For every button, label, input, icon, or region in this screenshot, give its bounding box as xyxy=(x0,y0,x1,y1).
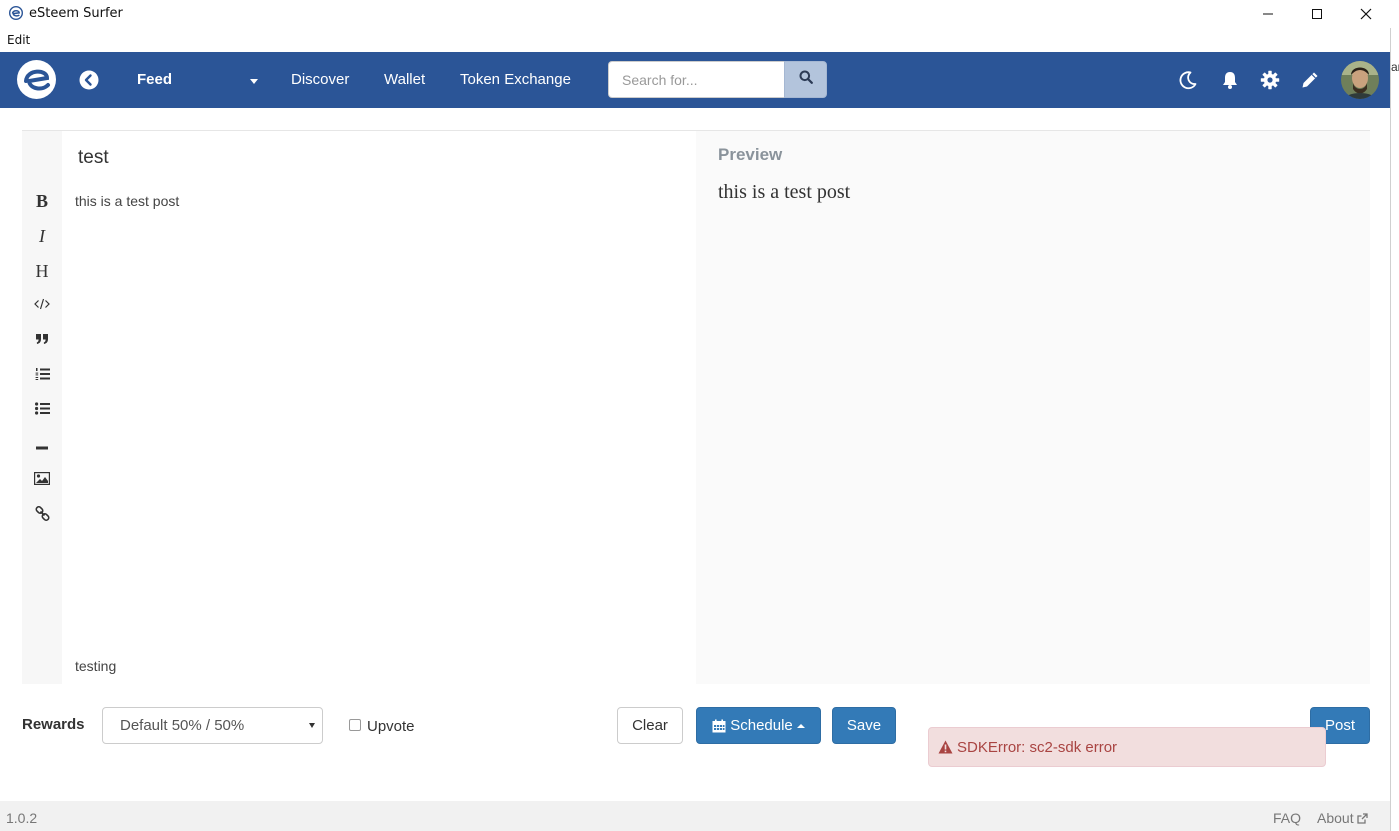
upvote-checkbox[interactable] xyxy=(349,719,361,731)
upvote-label[interactable]: Upvote xyxy=(367,718,415,735)
ordered-list-button[interactable] xyxy=(30,364,54,388)
minimize-button[interactable] xyxy=(1243,0,1293,28)
code-button[interactable] xyxy=(30,294,54,318)
search-input[interactable] xyxy=(608,61,785,98)
esteem-app-icon xyxy=(8,5,24,21)
nav-discover[interactable]: Discover xyxy=(291,71,349,88)
quote-icon xyxy=(35,332,49,350)
window-title: eSteem Surfer xyxy=(29,6,123,21)
bold-button[interactable]: B xyxy=(30,189,54,213)
clear-button-label: Clear xyxy=(632,717,668,734)
menu-bar: Edit xyxy=(0,28,1399,52)
unordered-list-icon xyxy=(34,402,50,420)
feed-dropdown-caret-icon[interactable] xyxy=(250,79,258,84)
error-message: SDKError: sc2-sdk error xyxy=(957,738,1118,756)
nav-feed[interactable]: Feed xyxy=(137,71,172,88)
background-window-text: ar xyxy=(1391,60,1399,74)
nav-token-exchange[interactable]: Token Exchange xyxy=(460,71,571,88)
about-link-label: About xyxy=(1317,810,1354,826)
post-title-input[interactable] xyxy=(78,143,678,173)
search-button[interactable] xyxy=(784,61,827,98)
quote-button[interactable] xyxy=(30,329,54,353)
ordered-list-icon xyxy=(35,367,50,386)
preview-pane: Preview this is a test post xyxy=(696,131,1370,684)
bold-icon: B xyxy=(35,190,48,211)
rewards-select[interactable]: Default 50% / 50% xyxy=(102,707,323,744)
rewards-selected-value: Default 50% / 50% xyxy=(120,717,245,734)
back-arrow-icon[interactable] xyxy=(79,70,99,90)
save-button[interactable]: Save xyxy=(832,707,896,744)
schedule-button-label: Schedule xyxy=(730,717,793,734)
horizontal-rule-button[interactable] xyxy=(30,434,54,458)
select-caret-icon xyxy=(309,723,315,728)
maximize-button[interactable] xyxy=(1292,0,1342,28)
nav-wallet[interactable]: Wallet xyxy=(384,71,425,88)
warning-icon xyxy=(938,740,953,754)
error-alert: SDKError: sc2-sdk error xyxy=(928,727,1326,767)
calendar-icon xyxy=(712,719,726,733)
menu-edit[interactable]: Edit xyxy=(7,33,30,47)
schedule-button[interactable]: Schedule xyxy=(696,707,821,744)
preview-heading: Preview xyxy=(718,145,783,164)
clear-button[interactable]: Clear xyxy=(617,707,683,744)
editor-frame: B I H test this is a test post testing P… xyxy=(22,130,1370,684)
markdown-toolbar: B I H xyxy=(22,131,62,684)
about-link[interactable]: About xyxy=(1317,810,1368,826)
post-body-textarea[interactable]: this is a test post xyxy=(75,193,179,209)
rewards-label: Rewards xyxy=(22,716,85,733)
close-window-button[interactable] xyxy=(1341,0,1391,28)
moon-icon[interactable] xyxy=(1177,69,1199,91)
gear-icon[interactable] xyxy=(1259,69,1281,91)
search-icon xyxy=(799,70,813,89)
link-icon xyxy=(34,505,50,526)
bell-icon[interactable] xyxy=(1219,69,1241,91)
title-bar: eSteem Surfer xyxy=(0,0,1399,28)
post-tags-input[interactable]: testing xyxy=(75,658,116,674)
app-version: 1.0.2 xyxy=(6,810,38,826)
horizontal-rule-icon xyxy=(36,437,48,455)
user-avatar[interactable] xyxy=(1341,61,1379,99)
status-bar: 1.0.2 FAQ About xyxy=(0,801,1390,831)
italic-icon: I xyxy=(39,225,45,246)
unordered-list-button[interactable] xyxy=(30,399,54,423)
editor-pane: this is a test post testing xyxy=(62,131,696,684)
code-icon xyxy=(34,297,50,315)
pencil-icon[interactable] xyxy=(1299,69,1321,91)
preview-content: this is a test post xyxy=(718,181,851,203)
top-navbar: Feed Discover Wallet Token Exchange xyxy=(0,52,1390,108)
esteem-logo-icon[interactable] xyxy=(16,59,57,100)
heading-icon: H xyxy=(35,260,49,281)
app-window: eSteem Surfer Edit ar Feed Discover Wal xyxy=(0,0,1399,831)
save-button-label: Save xyxy=(846,717,882,734)
caret-up-icon xyxy=(796,723,805,728)
external-link-icon xyxy=(1356,812,1368,824)
background-window-edge: ar xyxy=(1390,28,1399,831)
faq-link[interactable]: FAQ xyxy=(1273,810,1301,826)
post-button-label: Post xyxy=(1324,717,1355,734)
image-button[interactable] xyxy=(30,469,54,493)
heading-button[interactable]: H xyxy=(30,259,54,283)
image-icon xyxy=(34,472,51,490)
link-button[interactable] xyxy=(30,504,54,528)
italic-button[interactable]: I xyxy=(30,224,54,248)
